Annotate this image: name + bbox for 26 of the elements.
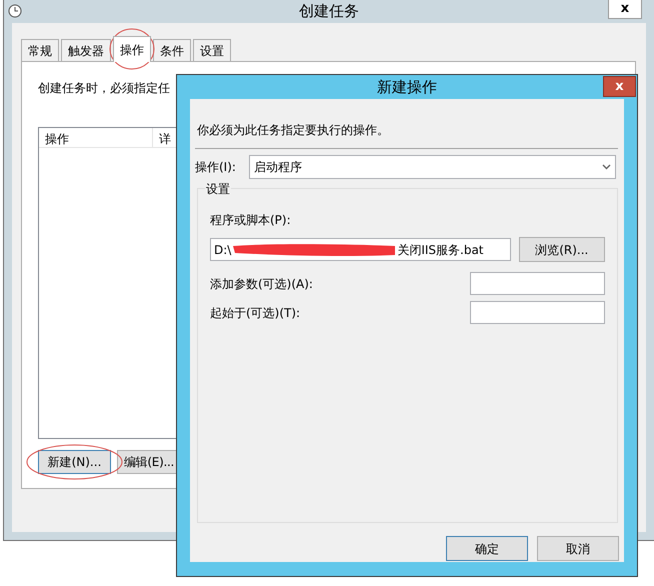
dialog-button[interactable]: 确定 bbox=[446, 536, 528, 561]
program-field[interactable]: D:\ 关闭IIS服务.bat bbox=[210, 238, 511, 261]
chevron-icon bbox=[602, 164, 611, 170]
field-label: 操作(I): bbox=[195, 159, 237, 176]
browse-button[interactable]: 浏览(R)... bbox=[518, 237, 605, 262]
column-header: 操作 bbox=[39, 128, 153, 147]
clock-icon bbox=[8, 4, 22, 18]
field-label: 起始于(可选)(T): bbox=[210, 304, 300, 322]
action-dropdown[interactable]: 启动程序 bbox=[249, 155, 616, 179]
field-label: 程序或脚本(P): bbox=[210, 212, 292, 229]
window-title: 创建任务 bbox=[299, 0, 359, 22]
close-button[interactable]: x bbox=[608, 0, 642, 19]
start-in-field[interactable] bbox=[470, 301, 605, 324]
arguments-field[interactable] bbox=[470, 272, 605, 295]
field-label: 添加参数(可选)(A): bbox=[210, 276, 313, 292]
tab[interactable]: 操作 bbox=[113, 36, 151, 62]
annotation-circle bbox=[109, 28, 155, 70]
dialog-button[interactable]: 取消 bbox=[537, 536, 619, 561]
tab[interactable]: 条件 bbox=[153, 39, 191, 61]
tab[interactable]: 触发器 bbox=[61, 39, 111, 61]
instruction-text: 创建任务时，必须指定任 bbox=[38, 80, 170, 97]
tab[interactable]: 常规 bbox=[21, 39, 59, 61]
dialog-title: 新建操作 bbox=[377, 76, 437, 98]
tab[interactable]: 设置 bbox=[193, 39, 231, 61]
close-button[interactable]: x bbox=[603, 76, 636, 97]
action-button[interactable]: 新建(N)... bbox=[38, 450, 111, 474]
